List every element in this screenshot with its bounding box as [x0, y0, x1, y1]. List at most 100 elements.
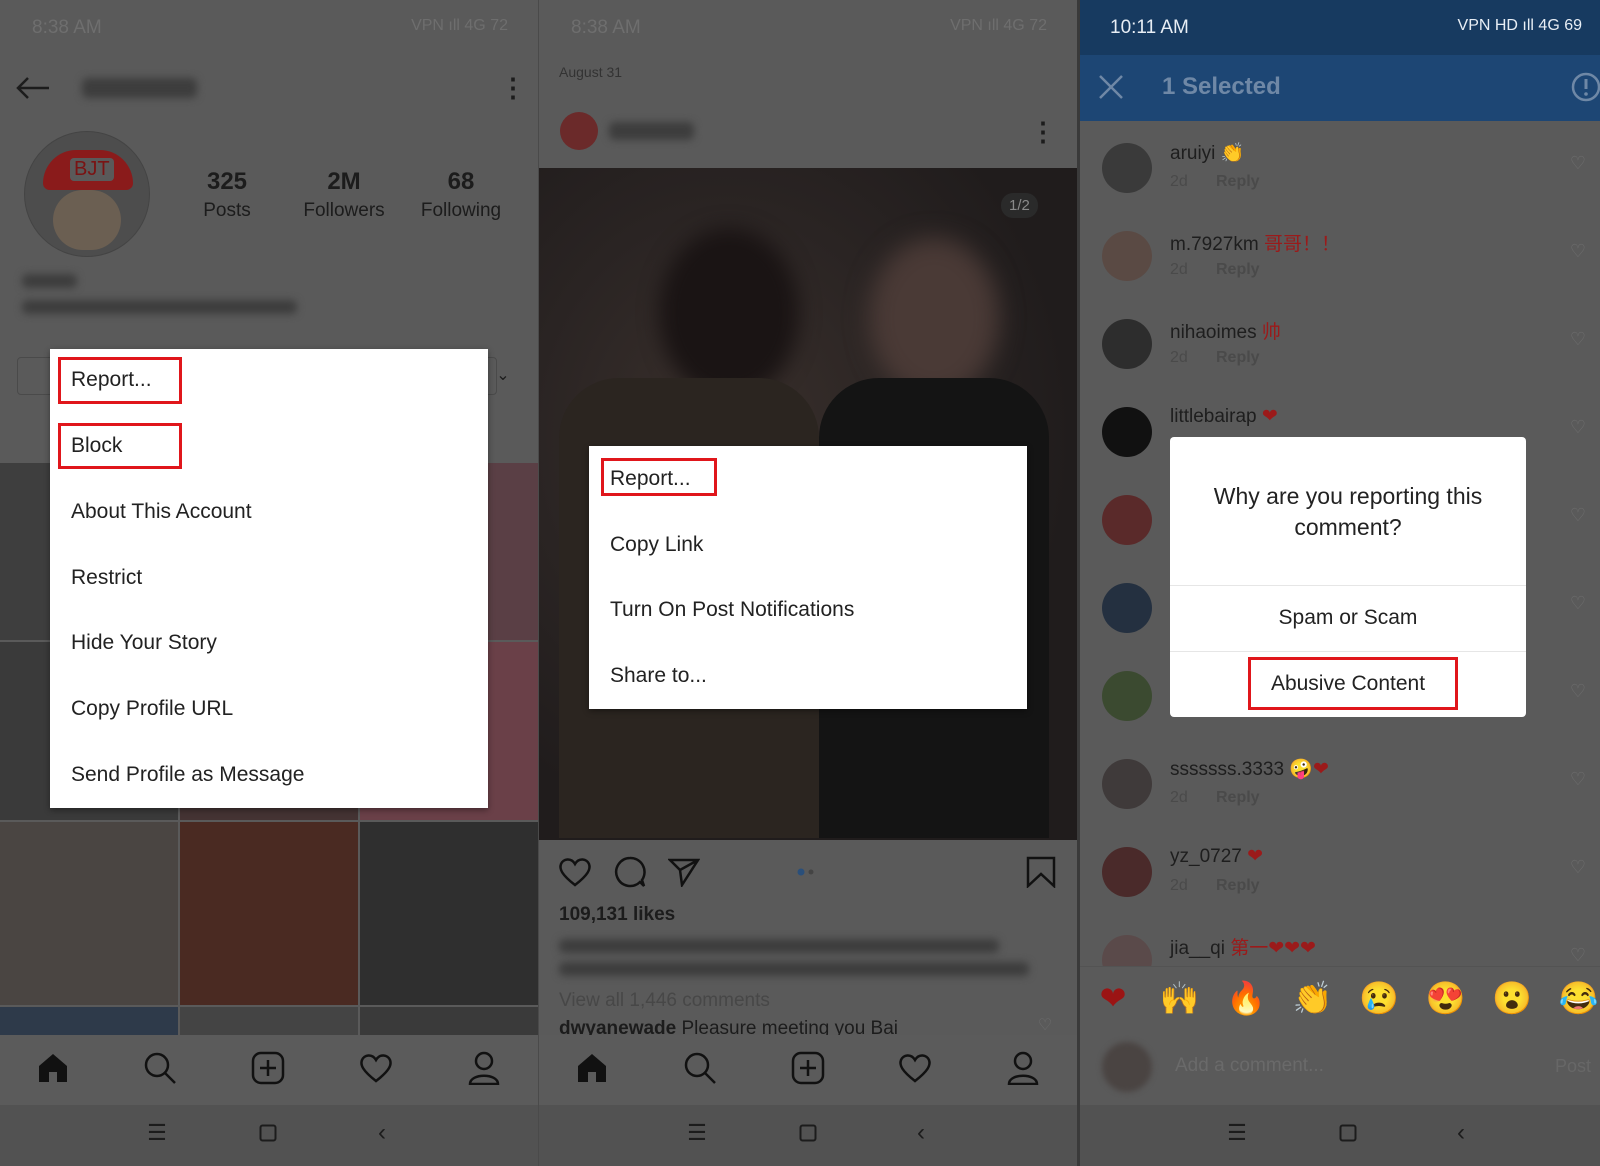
commenter-username[interactable]: yz_0727	[1170, 846, 1242, 867]
post-comment-button[interactable]: Post	[1555, 1056, 1591, 1077]
home-icon[interactable]	[576, 1052, 608, 1084]
comment-like-icon[interactable]: ♡	[1570, 417, 1586, 438]
comment-like-icon[interactable]: ♡	[1038, 1015, 1052, 1035]
comment-input[interactable]	[1175, 1048, 1515, 1084]
emoji-reaction[interactable]: 😢	[1359, 979, 1399, 1017]
comment-like-icon[interactable]: ♡	[1570, 505, 1586, 526]
profile-icon[interactable]	[468, 1051, 500, 1085]
reply-button[interactable]: Reply	[1216, 789, 1260, 807]
menu-item-hide-your-story[interactable]: Hide Your Story	[71, 631, 217, 655]
close-icon[interactable]	[1098, 74, 1124, 100]
comment-like-icon[interactable]: ♡	[1570, 857, 1586, 878]
menu-icon[interactable]: ☰	[687, 1120, 707, 1146]
commenter-username[interactable]: m.7927km	[1170, 234, 1259, 255]
reply-button[interactable]: Reply	[1216, 349, 1260, 367]
grid-photo[interactable]	[360, 822, 538, 1005]
menu-item-share-to[interactable]: Share to...	[610, 664, 707, 688]
add-post-icon[interactable]	[251, 1051, 285, 1085]
grid-photo[interactable]	[0, 822, 178, 1005]
commenter-avatar[interactable]	[1102, 847, 1152, 897]
likes-count[interactable]: 109,131 likes	[559, 904, 675, 926]
more-options-icon[interactable]: ⋮	[1030, 117, 1056, 148]
activity-heart-icon[interactable]	[898, 1053, 932, 1083]
comment-row[interactable]: aruiyi 👏 2d Reply ♡	[1080, 121, 1600, 209]
menu-icon[interactable]: ☰	[1227, 1120, 1247, 1146]
add-post-icon[interactable]	[791, 1051, 825, 1085]
menu-item-turn-on-post-notifications[interactable]: Turn On Post Notifications	[610, 598, 854, 622]
commenter-username[interactable]: jia__qi	[1170, 938, 1225, 959]
commenter-avatar[interactable]	[1102, 671, 1152, 721]
reply-button[interactable]: Reply	[1216, 261, 1260, 279]
android-nav: ☰ ‹	[0, 1105, 538, 1166]
stat-label: Posts	[203, 200, 251, 221]
avatar[interactable]: BJT	[24, 131, 150, 257]
emoji-reaction[interactable]: 🙌	[1160, 979, 1200, 1017]
emoji-reaction[interactable]: 😮	[1492, 979, 1532, 1017]
commenter-avatar[interactable]	[1102, 407, 1152, 457]
stat-followers[interactable]: 2M Followers	[284, 168, 404, 222]
commenter-username[interactable]: littlebairap	[1170, 406, 1257, 427]
activity-heart-icon[interactable]	[359, 1053, 393, 1083]
commenter-username[interactable]: aruiyi	[1170, 143, 1215, 164]
stat-following[interactable]: 68 Following	[401, 168, 521, 222]
grid-photo[interactable]	[360, 1007, 538, 1037]
commenter-avatar[interactable]	[1102, 759, 1152, 809]
comment-row[interactable]: yz_0727 ❤ 2d Reply ♡	[1080, 825, 1600, 913]
comment-icon[interactable]	[614, 856, 646, 888]
emoji-reaction[interactable]: 😍	[1426, 979, 1466, 1017]
profile-icon[interactable]	[1007, 1051, 1039, 1085]
home-square-icon[interactable]	[259, 1124, 277, 1142]
stat-posts[interactable]: 325 Posts	[167, 168, 287, 222]
commenter-avatar[interactable]	[1102, 231, 1152, 281]
comment-like-icon[interactable]: ♡	[1570, 593, 1586, 614]
back-icon[interactable]: ‹	[378, 1119, 386, 1147]
back-icon[interactable]: ‹	[1457, 1119, 1465, 1147]
emoji-reaction[interactable]: 🔥	[1226, 979, 1266, 1017]
report-alert-icon[interactable]	[1571, 72, 1600, 102]
comment-like-icon[interactable]: ♡	[1570, 769, 1586, 790]
commenter-avatar[interactable]	[1102, 143, 1152, 193]
share-icon[interactable]	[668, 857, 700, 887]
view-all-comments-link[interactable]: View all 1,446 comments	[559, 990, 770, 1012]
commenter-avatar[interactable]	[1102, 319, 1152, 369]
emoji-reaction[interactable]: ❤	[1100, 979, 1127, 1017]
comment-row[interactable]: sssssss.3333 🤪❤ 2d Reply ♡	[1080, 737, 1600, 825]
menu-icon[interactable]: ☰	[147, 1120, 167, 1146]
like-icon[interactable]	[558, 857, 592, 887]
grid-photo[interactable]	[0, 1007, 178, 1037]
back-arrow-icon[interactable]	[16, 77, 50, 99]
home-square-icon[interactable]	[1339, 1124, 1357, 1142]
menu-item-copy-profile-url[interactable]: Copy Profile URL	[71, 697, 233, 721]
grid-photo[interactable]	[180, 1007, 358, 1037]
commenter-avatar[interactable]	[1102, 583, 1152, 633]
comment-like-icon[interactable]: ♡	[1570, 681, 1586, 702]
menu-item-send-profile-as-message[interactable]: Send Profile as Message	[71, 763, 304, 787]
commenter-username[interactable]: sssssss.3333	[1170, 759, 1284, 780]
menu-item-copy-link[interactable]: Copy Link	[610, 533, 703, 557]
comment-like-icon[interactable]: ♡	[1570, 945, 1586, 966]
search-icon[interactable]	[143, 1051, 177, 1085]
emoji-reaction[interactable]: 👏	[1293, 979, 1333, 1017]
post-author-avatar[interactable]	[560, 112, 598, 150]
home-square-icon[interactable]	[799, 1124, 817, 1142]
comment-row[interactable]: nihaoimes 帅 2d Reply ♡	[1080, 297, 1600, 385]
back-icon[interactable]: ‹	[917, 1119, 925, 1147]
menu-item-about-this-account[interactable]: About This Account	[71, 500, 252, 524]
more-options-icon[interactable]: ⋮	[500, 73, 526, 104]
spam-or-scam-option[interactable]: Spam or Scam	[1170, 585, 1526, 651]
comment-like-icon[interactable]: ♡	[1570, 329, 1586, 350]
menu-item-restrict[interactable]: Restrict	[71, 566, 142, 590]
search-icon[interactable]	[683, 1051, 717, 1085]
emoji-reaction[interactable]: 😂	[1559, 979, 1599, 1017]
comment-like-icon[interactable]: ♡	[1570, 241, 1586, 262]
comment-like-icon[interactable]: ♡	[1570, 153, 1586, 174]
reply-button[interactable]: Reply	[1216, 173, 1260, 191]
commenter-username[interactable]: nihaoimes	[1170, 322, 1257, 343]
comment-row[interactable]: m.7927km 哥哥！！ 2d Reply ♡	[1080, 209, 1600, 297]
chevron-down-icon[interactable]: ⌄	[496, 365, 509, 385]
grid-photo[interactable]	[180, 822, 358, 1005]
commenter-avatar[interactable]	[1102, 495, 1152, 545]
home-icon[interactable]	[37, 1052, 69, 1084]
bookmark-icon[interactable]	[1026, 856, 1056, 888]
reply-button[interactable]: Reply	[1216, 877, 1260, 895]
